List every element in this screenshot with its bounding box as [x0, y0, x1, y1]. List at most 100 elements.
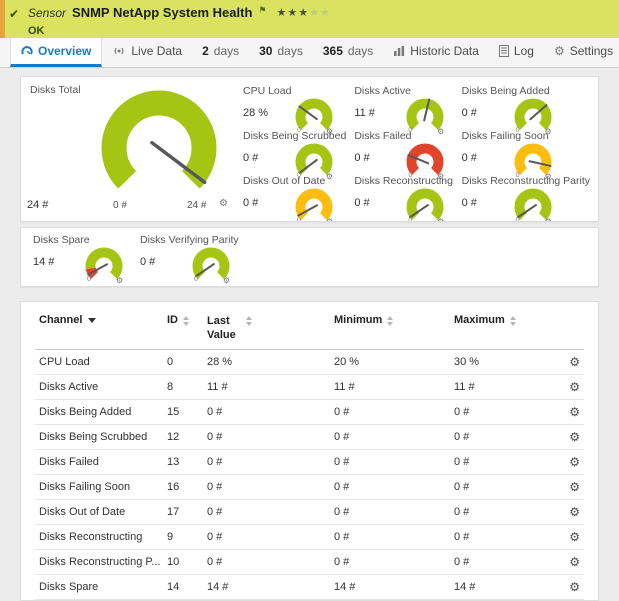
channel-actions-cell: ⚙: [554, 499, 584, 524]
gauge-value: 0 #: [462, 197, 514, 209]
gauge-settings-icon[interactable]: ⚙: [326, 127, 333, 136]
tab-label-unit: days: [277, 44, 302, 58]
channel-name[interactable]: Disks Failed: [35, 449, 163, 474]
channel-settings-icon[interactable]: ⚙: [569, 380, 580, 394]
channel-name[interactable]: Disks Active: [35, 374, 163, 399]
channel-maximum: 0 #: [450, 424, 554, 449]
channel-settings-icon[interactable]: ⚙: [569, 580, 580, 594]
channel-settings-icon[interactable]: ⚙: [569, 430, 580, 444]
tab-log[interactable]: Log: [489, 38, 544, 67]
gauge-settings-icon[interactable]: ⚙: [437, 172, 444, 181]
channel-id: 17: [163, 499, 203, 524]
status-badge: OK: [28, 25, 45, 37]
channel-last-value: 0 #: [203, 549, 330, 574]
tab-2-days[interactable]: 2 days: [192, 38, 249, 67]
channel-actions-cell: ⚙: [554, 549, 584, 574]
gauge-settings-icon[interactable]: ⚙: [116, 276, 123, 285]
channel-name[interactable]: Disks Spare: [35, 574, 163, 599]
gauge-settings-icon[interactable]: ⚙: [544, 127, 551, 136]
gauge-value: 0 #: [243, 197, 295, 209]
channel-last-value: 0 #: [203, 399, 330, 424]
sort-carets-icon: [510, 316, 516, 326]
channel-settings-icon[interactable]: ⚙: [569, 355, 580, 369]
tab-30-days[interactable]: 30 days: [249, 38, 313, 67]
tab-label: Log: [514, 44, 534, 58]
gauge-scale-min-label: 0: [408, 172, 412, 181]
gauge-settings-icon[interactable]: ⚙: [326, 217, 333, 222]
channel-settings-icon[interactable]: ⚙: [569, 530, 580, 544]
bar-chart-icon: [393, 45, 405, 57]
gauge-scale-min-label: 0: [516, 172, 520, 181]
gauge-settings-icon[interactable]: ⚙: [326, 172, 333, 181]
gauge-scale-min-label: 0: [297, 172, 301, 181]
channel-id: 16: [163, 474, 203, 499]
gauge-settings-icon[interactable]: ⚙: [437, 217, 444, 222]
sort-carets-icon: [183, 316, 189, 326]
channel-name[interactable]: Disks Reconstructing P...: [35, 549, 163, 574]
channel-row-disks-reconstructing: Disks Reconstructing90 #0 #0 #⚙: [35, 524, 584, 549]
gauge-settings-icon[interactable]: ⚙: [219, 198, 228, 209]
channel-row-disks-reconstructing-p: Disks Reconstructing P...100 #0 #0 #⚙: [35, 549, 584, 574]
tab-historic-data[interactable]: Historic Data: [383, 38, 489, 67]
prtg-sensor-page: ✔ Sensor SNMP NetApp System Health ⚑ ★★★…: [0, 0, 619, 601]
channel-last-value: 0 #: [203, 474, 330, 499]
channel-name[interactable]: Disks Failing Soon: [35, 474, 163, 499]
gauge-settings-icon[interactable]: ⚙: [223, 276, 230, 285]
channel-name[interactable]: Disks Being Scrubbed: [35, 424, 163, 449]
gauge-dial: 0⚙: [295, 98, 335, 136]
gauge-scale-min-label: 0: [408, 217, 412, 222]
channel-name[interactable]: Disks Being Added: [35, 399, 163, 424]
tab-live-data[interactable]: Live Data: [102, 38, 192, 67]
column-header-label: Last Value: [207, 314, 241, 343]
channel-name[interactable]: Disks Out of Date: [35, 499, 163, 524]
gauge-disks-active: Disks Active11 #0⚙: [350, 83, 457, 128]
main-gauge-dial: [101, 90, 217, 211]
gauge-value: 0 #: [354, 197, 406, 209]
channel-row-disks-spare: Disks Spare1414 #14 #14 #⚙: [35, 574, 584, 599]
channel-name[interactable]: Disks Reconstructing: [35, 524, 163, 549]
gauge-settings-icon[interactable]: ⚙: [437, 127, 444, 136]
channel-settings-icon[interactable]: ⚙: [569, 505, 580, 519]
tab-settings[interactable]: ⚙ Settings: [544, 38, 619, 67]
column-header-minimum[interactable]: Minimum: [330, 306, 450, 349]
channel-settings-icon[interactable]: ⚙: [569, 405, 580, 419]
gauge-settings-icon[interactable]: ⚙: [544, 172, 551, 181]
gauge-value: 0 #: [243, 152, 295, 164]
channel-maximum: 0 #: [450, 499, 554, 524]
tab-365-days[interactable]: 365 days: [313, 38, 383, 67]
channel-minimum: 0 #: [330, 549, 450, 574]
status-row: OK: [28, 21, 609, 39]
tab-overview[interactable]: Overview: [10, 38, 102, 67]
priority-stars[interactable]: ★★★★★: [276, 6, 330, 19]
small-gauges-grid: CPU Load28 %0⚙Disks Active11 #0⚙Disks Be…: [239, 77, 598, 221]
gauge-scale-min-label: 0: [87, 276, 91, 285]
channel-id: 10: [163, 549, 203, 574]
channel-row-disks-out-of-date: Disks Out of Date170 #0 #0 #⚙: [35, 499, 584, 524]
channel-settings-icon[interactable]: ⚙: [569, 480, 580, 494]
channel-settings-icon[interactable]: ⚙: [569, 455, 580, 469]
column-header-channel[interactable]: Channel: [35, 306, 163, 349]
column-header-label: Minimum: [334, 314, 382, 326]
channel-last-value: 28 %: [203, 349, 330, 374]
gauge-value: 0 #: [462, 152, 514, 164]
column-header-maximum[interactable]: Maximum: [450, 306, 554, 349]
channel-minimum: 0 #: [330, 499, 450, 524]
column-header-id[interactable]: ID: [163, 306, 203, 349]
column-header-label: Maximum: [454, 314, 505, 326]
channel-settings-icon[interactable]: ⚙: [569, 555, 580, 569]
channel-name[interactable]: CPU Load: [35, 349, 163, 374]
channel-actions-cell: ⚙: [554, 524, 584, 549]
gauge-title: Disks Spare: [33, 234, 132, 246]
channel-maximum: 0 #: [450, 399, 554, 424]
gauge-settings-icon[interactable]: ⚙: [544, 217, 551, 222]
tab-label: Live Data: [131, 44, 182, 58]
table-header-row: Channel ID Last Value Minimum Maximum: [35, 306, 584, 349]
column-header-last-value[interactable]: Last Value: [203, 306, 330, 349]
tab-label-number: 2: [202, 44, 209, 58]
gauge-dial: 0⚙: [514, 188, 554, 222]
gauge-scale-min-label: 0: [516, 127, 520, 136]
sort-carets-icon: [246, 316, 252, 326]
channel-row-disks-failed: Disks Failed130 #0 #0 #⚙: [35, 449, 584, 474]
stars-empty: ★★: [309, 7, 331, 19]
sensor-header: ✔ Sensor SNMP NetApp System Health ⚑ ★★★…: [0, 0, 619, 38]
